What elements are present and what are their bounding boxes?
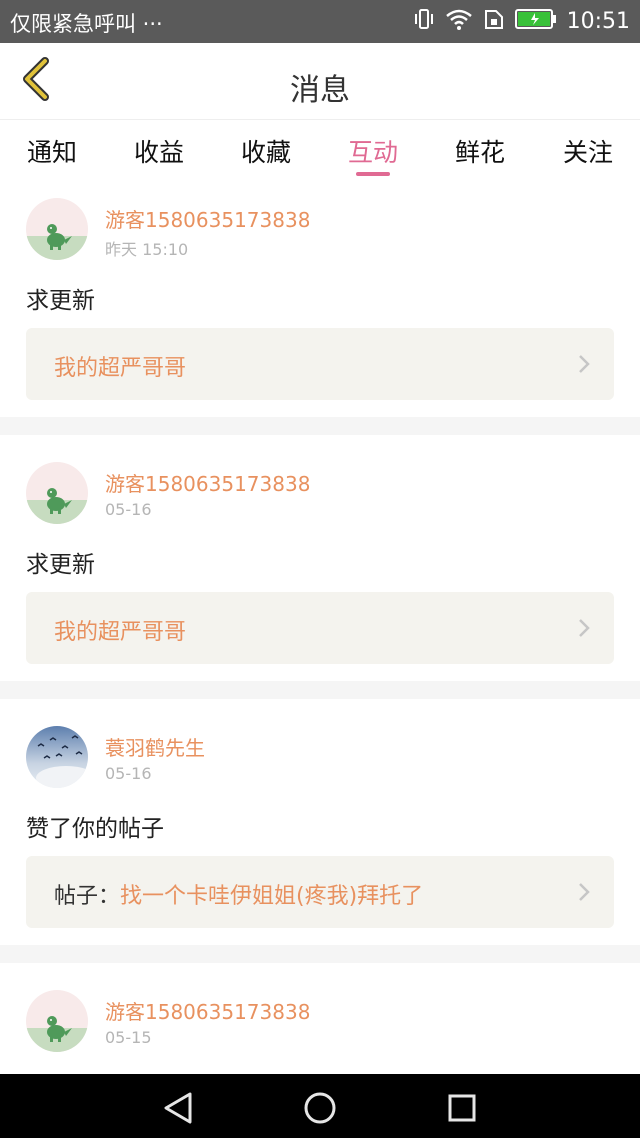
- separator: [0, 417, 640, 435]
- sim-icon: [483, 7, 505, 35]
- message-item[interactable]: 游客1580635173838 昨天 15:10 求更新 我的超严哥哥: [0, 181, 640, 417]
- tab-notifications[interactable]: 通知: [12, 133, 92, 169]
- post-time: 昨天 15:10: [105, 240, 189, 259]
- referenced-post-title: 我的超严哥哥: [54, 350, 186, 382]
- battery-icon: [514, 8, 557, 34]
- home-circle-icon[interactable]: [300, 1088, 340, 1128]
- user-name[interactable]: 蓑羽鹤先生: [105, 732, 205, 761]
- dinosaur-avatar-icon[interactable]: [26, 198, 88, 260]
- app-header: 消息: [0, 43, 640, 120]
- tab-flowers[interactable]: 鲜花: [440, 133, 520, 169]
- birds-sky-avatar-icon[interactable]: [26, 726, 88, 788]
- ref-title: 我的超严哥哥: [54, 620, 187, 645]
- status-icons: 10:51: [413, 6, 630, 36]
- dinosaur-avatar-icon[interactable]: [26, 462, 88, 524]
- referenced-post-title: 我的超严哥哥: [54, 614, 186, 646]
- system-nav-bar: [0, 1074, 640, 1138]
- ref-prefix: 帖子：: [54, 884, 121, 909]
- message-item[interactable]: 游客1580635173838 05-15: [0, 963, 640, 1074]
- post-time: 05-16: [105, 764, 152, 783]
- message-item[interactable]: 游客1580635173838 05-16 求更新 我的超严哥哥: [0, 435, 640, 681]
- referenced-post[interactable]: 我的超严哥哥: [26, 592, 614, 664]
- recents-square-icon[interactable]: [442, 1088, 482, 1128]
- tab-bar: 通知 收益 收藏 互动 鲜花 关注: [0, 121, 640, 181]
- post-time: 05-15: [105, 1028, 152, 1047]
- user-name[interactable]: 游客1580635173838: [105, 468, 310, 497]
- tab-following[interactable]: 关注: [548, 133, 628, 169]
- chevron-right-icon: [578, 354, 590, 378]
- tab-interactions[interactable]: 互动: [333, 133, 413, 169]
- status-bar: 仅限紧急呼叫 ··· 10:51: [0, 0, 640, 43]
- wifi-icon: [445, 7, 473, 35]
- vibrate-icon: [413, 7, 435, 35]
- referenced-post[interactable]: 我的超严哥哥: [26, 328, 614, 400]
- separator: [0, 681, 640, 699]
- message-text: 求更新: [26, 552, 95, 578]
- message-item[interactable]: 蓑羽鹤先生 05-16 赞了你的帖子 帖子：找一个卡哇伊姐姐(疼我)拜托了: [0, 699, 640, 945]
- message-text: 赞了你的帖子: [26, 816, 164, 842]
- chevron-right-icon: [578, 618, 590, 642]
- dinosaur-avatar-icon[interactable]: [26, 990, 88, 1052]
- chevron-right-icon: [578, 882, 590, 906]
- carrier-status-text: 仅限紧急呼叫 ···: [10, 12, 163, 36]
- separator: [0, 945, 640, 963]
- referenced-post[interactable]: 帖子：找一个卡哇伊姐姐(疼我)拜托了: [26, 856, 614, 928]
- back-triangle-icon[interactable]: [158, 1088, 198, 1128]
- ref-title: 我的超严哥哥: [54, 356, 187, 381]
- clock: 10:51: [566, 8, 630, 34]
- message-text: 求更新: [26, 288, 95, 314]
- referenced-post-title: 帖子：找一个卡哇伊姐姐(疼我)拜托了: [54, 878, 423, 910]
- post-time: 05-16: [105, 500, 152, 519]
- tab-favorites[interactable]: 收藏: [226, 133, 306, 169]
- user-name[interactable]: 游客1580635173838: [105, 996, 310, 1025]
- ref-title: 找一个卡哇伊姐姐(疼我)拜托了: [120, 884, 424, 909]
- tab-earnings[interactable]: 收益: [119, 133, 199, 169]
- user-name[interactable]: 游客1580635173838: [105, 204, 310, 233]
- active-tab-indicator: [356, 172, 390, 176]
- page-title: 消息: [290, 73, 350, 108]
